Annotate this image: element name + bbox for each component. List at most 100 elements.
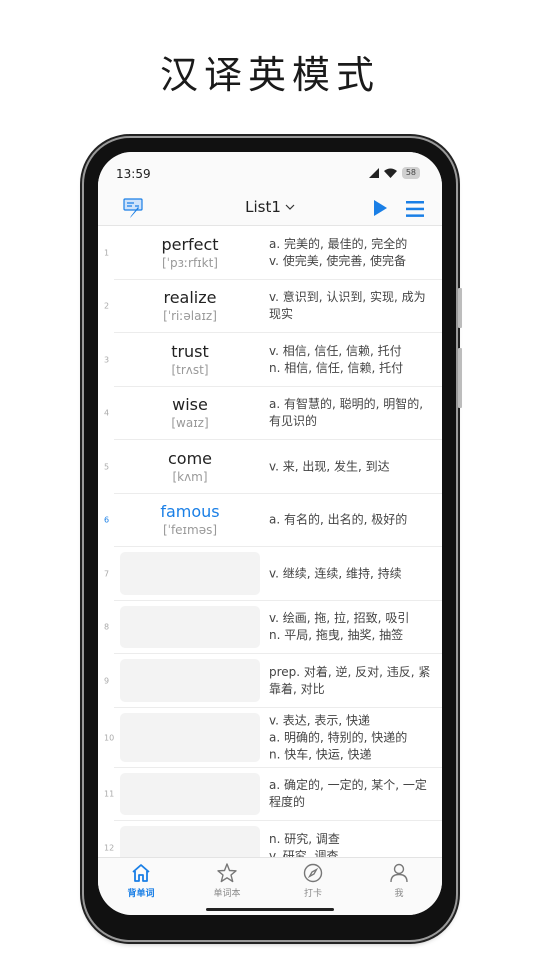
english-word: perfect bbox=[161, 234, 219, 254]
word-cell[interactable]: famous [ˈfeɪməs] bbox=[120, 502, 260, 538]
english-word: trust bbox=[171, 341, 209, 361]
row-number: 4 bbox=[104, 408, 110, 418]
play-button[interactable] bbox=[370, 198, 390, 218]
hidden-word-placeholder[interactable] bbox=[120, 659, 260, 702]
definition-line: v. 研究, 调查 bbox=[269, 848, 339, 857]
word-cell[interactable]: wise [waɪz] bbox=[120, 395, 260, 431]
hidden-word-placeholder[interactable] bbox=[120, 772, 260, 815]
word-row[interactable]: 4 wise [waɪz] a. 有智慧的, 聪明的, 明智的, 有见识的 bbox=[98, 387, 442, 441]
definition-line: a. 明确的, 特别的, 快递的 bbox=[269, 730, 408, 744]
word-cell[interactable]: come [kʌm] bbox=[120, 449, 260, 485]
row-number: 1 bbox=[104, 248, 110, 258]
chinese-definition: a. 完美的, 最佳的, 完全的 v. 使完美, 使完善, 使完备 bbox=[269, 236, 432, 270]
word-row[interactable]: 5 come [kʌm] v. 来, 出现, 发生, 到达 bbox=[98, 440, 442, 494]
row-number: 2 bbox=[104, 301, 110, 311]
chinese-definition: a. 有智慧的, 聪明的, 明智的, 有见识的 bbox=[269, 396, 432, 430]
tab-label: 背单词 bbox=[127, 889, 155, 899]
definition-line: a. 有智慧的, 聪明的, 明智的, 有见识的 bbox=[269, 397, 424, 429]
hidden-word-placeholder[interactable] bbox=[120, 605, 260, 648]
row-number: 7 bbox=[104, 569, 110, 579]
hidden-word-placeholder[interactable] bbox=[120, 712, 260, 762]
word-row[interactable]: 11 a. 确定的, 一定的, 某个, 一定程度的 bbox=[98, 768, 442, 822]
list-selector[interactable]: List1 bbox=[98, 198, 442, 216]
page-heading: 汉译英模式 bbox=[159, 53, 380, 97]
definition-line: prep. 对着, 逆, 反对, 违反, 紧靠着, 对比 bbox=[269, 664, 431, 696]
word-row[interactable]: 8 v. 绘画, 拖, 拉, 招致, 吸引 n. 平局, 拖曳, 抽奖, 抽签 bbox=[98, 601, 442, 655]
word-row[interactable]: 12 n. 研究, 调查 v. 研究, 调查 bbox=[98, 821, 442, 857]
home-indicator[interactable] bbox=[206, 908, 334, 911]
bottom-tab-bar: 背单词 单词本 打卡 我 bbox=[98, 857, 442, 915]
definition-line: v. 使完美, 使完善, 使完备 bbox=[269, 253, 407, 268]
chinese-definition: a. 有名的, 出名的, 极好的 bbox=[269, 512, 432, 529]
list-name: List1 bbox=[245, 198, 281, 216]
chevron-down-icon bbox=[285, 204, 295, 210]
tab-me[interactable]: 我 bbox=[356, 862, 442, 899]
definition-line: n. 快车, 快运, 快递 bbox=[269, 747, 372, 761]
word-row[interactable]: 2 realize [ˈriːəlaɪz] v. 意识到, 认识到, 实现, 成为现实 bbox=[98, 280, 442, 334]
play-icon bbox=[374, 200, 387, 216]
word-cell[interactable]: perfect [ˈpɜːrfɪkt] bbox=[120, 235, 260, 271]
volume-button bbox=[458, 288, 462, 328]
definition-line: a. 完美的, 最佳的, 完全的 bbox=[269, 236, 408, 251]
tab-label: 单词本 bbox=[213, 889, 241, 899]
row-number: 3 bbox=[104, 355, 110, 365]
word-list[interactable]: 1 perfect [ˈpɜːrfɪkt] a. 完美的, 最佳的, 完全的 v. 使完… bbox=[98, 226, 442, 857]
definition-line: v. 表达, 表示, 快递 bbox=[269, 713, 371, 727]
definition-line: v. 来, 出现, 发生, 到达 bbox=[269, 459, 390, 474]
tab-label: 我 bbox=[394, 889, 404, 899]
row-number: 5 bbox=[104, 462, 110, 472]
compass-icon bbox=[303, 863, 323, 883]
hamburger-menu-icon bbox=[406, 201, 424, 217]
definition-line: n. 相信, 信任, 信赖, 托付 bbox=[269, 360, 404, 375]
english-word: wise bbox=[172, 395, 208, 415]
person-icon bbox=[390, 863, 408, 883]
definition-line: a. 确定的, 一定的, 某个, 一定程度的 bbox=[269, 778, 427, 810]
tab-checkin[interactable]: 打卡 bbox=[270, 862, 356, 899]
battery-indicator: 58 bbox=[401, 167, 420, 179]
status-bar: 13:59 58 bbox=[98, 152, 442, 192]
hidden-word-placeholder[interactable] bbox=[120, 552, 260, 595]
row-number: 9 bbox=[104, 676, 110, 686]
definition-line: v. 相信, 信任, 信赖, 托付 bbox=[269, 343, 402, 358]
phonetic: [ˈfeɪməs] bbox=[162, 523, 218, 538]
power-button bbox=[458, 348, 462, 408]
tab-wordbook[interactable]: 单词本 bbox=[184, 862, 270, 899]
row-number: 12 bbox=[104, 843, 115, 853]
definition-line: v. 意识到, 认识到, 实现, 成为现实 bbox=[269, 290, 426, 322]
definition-line: v. 绘画, 拖, 拉, 招致, 吸引 bbox=[269, 611, 410, 626]
definition-line: n. 平局, 拖曳, 抽奖, 抽签 bbox=[269, 628, 404, 643]
status-time: 13:59 bbox=[116, 167, 151, 181]
definition-line: a. 有名的, 出名的, 极好的 bbox=[269, 512, 408, 527]
definition-line: n. 研究, 调查 bbox=[269, 831, 340, 846]
phonetic: [ˈpɜːrfɪkt] bbox=[162, 255, 218, 270]
star-icon bbox=[217, 863, 237, 883]
english-word: realize bbox=[163, 288, 217, 308]
app-bar: List1 bbox=[98, 192, 442, 226]
phonetic: [ˈriːəlaɪz] bbox=[163, 309, 217, 324]
word-row[interactable]: 7 v. 继续, 连续, 维持, 持续 bbox=[98, 547, 442, 601]
word-cell[interactable]: trust [trʌst] bbox=[120, 342, 260, 378]
hidden-word-placeholder[interactable] bbox=[120, 826, 260, 857]
english-word: come bbox=[167, 448, 212, 468]
word-row[interactable]: 6 famous [ˈfeɪməs] a. 有名的, 出名的, 极好的 bbox=[98, 494, 442, 548]
word-row[interactable]: 3 trust [trʌst] v. 相信, 信任, 信赖, 托付 n. 相信, 信任,… bbox=[98, 333, 442, 387]
word-row[interactable]: 9 prep. 对着, 逆, 反对, 违反, 紧靠着, 对比 bbox=[98, 654, 442, 708]
chinese-definition: prep. 对着, 逆, 反对, 违反, 紧靠着, 对比 bbox=[269, 664, 432, 698]
row-number: 8 bbox=[104, 622, 110, 632]
chinese-definition: v. 意识到, 认识到, 实现, 成为现实 bbox=[269, 289, 432, 323]
word-row[interactable]: 10 v. 表达, 表示, 快递 a. 明确的, 特别的, 快递的 n. 快车, 快运… bbox=[98, 708, 442, 768]
row-number: 11 bbox=[104, 789, 115, 799]
phonetic: [kʌm] bbox=[172, 469, 208, 484]
tab-study[interactable]: 背单词 bbox=[98, 862, 184, 899]
definition-line: v. 继续, 连续, 维持, 持续 bbox=[269, 566, 402, 581]
home-icon bbox=[132, 864, 150, 882]
phonetic: [waɪz] bbox=[171, 416, 209, 431]
signal-icon bbox=[368, 168, 379, 178]
chinese-definition: v. 表达, 表示, 快递 a. 明确的, 特别的, 快递的 n. 快车, 快运, … bbox=[269, 712, 432, 763]
chinese-definition: v. 来, 出现, 发生, 到达 bbox=[269, 458, 432, 475]
menu-button[interactable] bbox=[404, 199, 426, 219]
word-cell[interactable]: realize [ˈriːəlaɪz] bbox=[120, 288, 260, 324]
word-row[interactable]: 1 perfect [ˈpɜːrfɪkt] a. 完美的, 最佳的, 完全的 v. 使完… bbox=[98, 226, 442, 280]
english-word: famous bbox=[160, 502, 220, 522]
phonetic: [trʌst] bbox=[171, 362, 209, 377]
